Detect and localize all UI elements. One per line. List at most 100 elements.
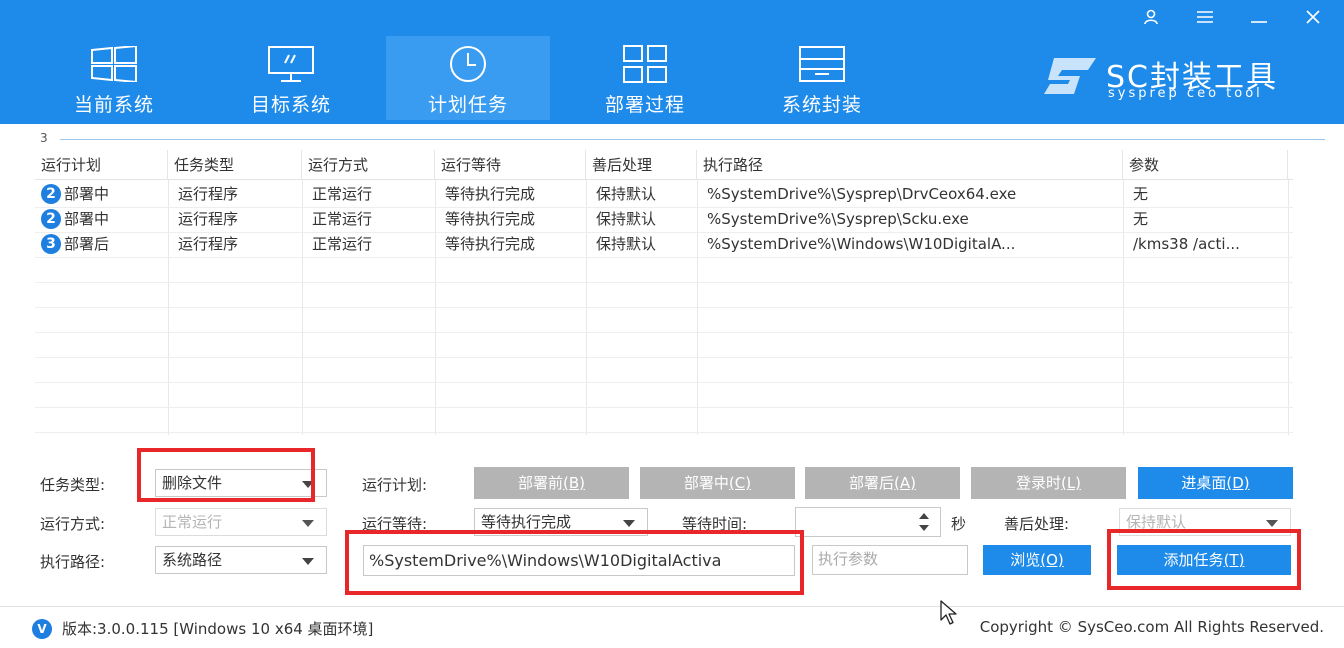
menu-icon[interactable] (1188, 4, 1222, 30)
tab-scheduled-tasks[interactable]: 计划任务 (386, 36, 550, 120)
tab-label: 系统封装 (781, 94, 862, 116)
grid-line (35, 307, 1293, 308)
tab-label: 部署过程 (604, 94, 685, 116)
column-header[interactable]: 任务类型 (168, 150, 302, 180)
grid-line (35, 382, 1293, 383)
tab-target-system[interactable]: 目标系统 (209, 36, 373, 120)
wait-cell: 等待执行完成 (445, 185, 536, 203)
schedule-during-button[interactable]: 部署中(C) (640, 467, 795, 499)
after-cell: 保持默认 (596, 210, 657, 228)
tab-label: 目标系统 (250, 94, 331, 116)
chevron-down-icon (1266, 520, 1278, 527)
run-mode-label: 运行方式: (40, 515, 106, 533)
column-header[interactable]: 参数 (1123, 150, 1288, 180)
wait-cell: 等待执行完成 (445, 210, 536, 228)
params-cell: 无 (1133, 210, 1149, 228)
plan-text: 部署中 (64, 185, 110, 203)
task-count-bar: 3 (40, 131, 1330, 145)
task-table[interactable]: 运行计划 任务类型 运行方式 运行等待 善后处理 执行路径 参数 2 部署中 运行… (35, 150, 1293, 435)
tab-deploy-process[interactable]: 部署过程 (563, 36, 727, 120)
type-cell: 运行程序 (178, 185, 239, 203)
copyright-text: Copyright © SysCeo.com All Rights Reserv… (979, 618, 1324, 636)
wait-value: 等待执行完成 (481, 513, 572, 531)
params-cell: 无 (1133, 185, 1149, 203)
drawer-icon (798, 44, 846, 84)
divider (0, 606, 1344, 607)
sc-logo-icon (1044, 58, 1096, 94)
exec-path-select[interactable]: 系统路径 (155, 546, 327, 574)
chevron-down-icon (302, 558, 314, 565)
mode-cell: 正常运行 (312, 185, 373, 203)
minimize-icon[interactable] (1242, 4, 1276, 30)
header-bar: 当前系统 目标系统 计划任务 部署过程 系统封装 SC封装工具 sysprep … (0, 0, 1344, 124)
plan-cell: 2 部署中 (35, 182, 168, 207)
plan-cell: 2 部署中 (35, 207, 168, 232)
grid-icon (621, 44, 669, 84)
grid-line (35, 432, 1293, 433)
wait-time-spinner[interactable] (795, 507, 941, 537)
column-header[interactable]: 运行等待 (435, 150, 586, 180)
highlight-box (345, 530, 804, 595)
user-icon[interactable] (1134, 4, 1168, 30)
schedule-before-button[interactable]: 部署前(B) (474, 467, 629, 499)
table-row[interactable]: 2 部署中 运行程序 正常运行 等待执行完成 保持默认 %SystemDrive%… (35, 182, 1293, 207)
tab-label: 当前系统 (73, 94, 154, 116)
after-label: 善后处理: (1004, 515, 1070, 533)
monitor-icon (267, 44, 315, 84)
grid-line (35, 357, 1293, 358)
version-icon: V (32, 619, 52, 639)
type-cell: 运行程序 (178, 210, 239, 228)
grid-line (35, 257, 1293, 258)
schedule-after-button[interactable]: 部署后(A) (805, 467, 960, 499)
highlight-box (1107, 529, 1301, 590)
exec-path-label: 执行路径: (40, 553, 106, 571)
path-cell: %SystemDrive%\Sysprep\DrvCeox64.exe (707, 185, 1017, 203)
app-logo: SC封装工具 sysprep ceo tool (1040, 52, 1320, 108)
spinner-arrows-icon (919, 513, 929, 531)
version-text: 版本:3.0.0.115 [Windows 10 x64 桌面环境] (62, 620, 374, 638)
task-type-label: 任务类型: (40, 476, 106, 494)
mode-cell: 正常运行 (312, 210, 373, 228)
path-cell: %SystemDrive%\Sysprep\Scku.exe (707, 210, 969, 228)
chevron-down-icon (623, 520, 635, 527)
tab-current-system[interactable]: 当前系统 (32, 36, 196, 120)
column-header[interactable]: 运行方式 (302, 150, 435, 180)
table-row[interactable]: 2 部署中 运行程序 正常运行 等待执行完成 保持默认 %SystemDrive%… (35, 207, 1293, 232)
task-count: 3 (40, 131, 48, 145)
grid-line (35, 407, 1293, 408)
step-badge: 3 (41, 233, 61, 254)
tab-label: 计划任务 (427, 94, 508, 116)
browse-button[interactable]: 浏览(O) (983, 545, 1091, 575)
chevron-down-icon (302, 520, 314, 527)
plan-text: 部署中 (64, 210, 110, 228)
close-icon[interactable] (1296, 4, 1330, 30)
seconds-label: 秒 (951, 515, 967, 533)
table-header: 运行计划 任务类型 运行方式 运行等待 善后处理 执行路径 参数 (35, 150, 1293, 180)
windows-icon (90, 44, 138, 84)
column-header[interactable]: 执行路径 (697, 150, 1123, 180)
params-cell: /kms38 /acti... (1133, 235, 1240, 253)
type-cell: 运行程序 (178, 235, 239, 253)
table-row[interactable]: 3 部署后 运行程序 正常运行 等待执行完成 保持默认 %SystemDrive%… (35, 232, 1293, 257)
run-mode-value: 正常运行 (162, 513, 223, 531)
clock-icon (444, 44, 492, 84)
plan-cell: 3 部署后 (35, 232, 168, 257)
grid-line (35, 282, 1293, 283)
after-cell: 保持默认 (596, 235, 657, 253)
exec-path-value: 系统路径 (162, 551, 223, 569)
schedule-desktop-button[interactable]: 进桌面(D) (1138, 467, 1293, 499)
column-header[interactable]: 善后处理 (586, 150, 697, 180)
params-input[interactable]: 执行参数 (812, 545, 968, 575)
after-cell: 保持默认 (596, 185, 657, 203)
logo-subtitle: sysprep ceo tool (1108, 86, 1263, 101)
plan-text: 部署后 (64, 235, 110, 253)
column-header[interactable]: 运行计划 (35, 150, 168, 180)
highlight-box (137, 448, 315, 502)
divider (60, 139, 1325, 140)
step-badge: 2 (41, 183, 61, 204)
schedule-label: 运行计划: (362, 476, 428, 494)
schedule-login-button[interactable]: 登录时(L) (971, 467, 1126, 499)
tab-system-package[interactable]: 系统封装 (740, 36, 904, 120)
mode-cell: 正常运行 (312, 235, 373, 253)
run-mode-select[interactable]: 正常运行 (155, 508, 327, 536)
